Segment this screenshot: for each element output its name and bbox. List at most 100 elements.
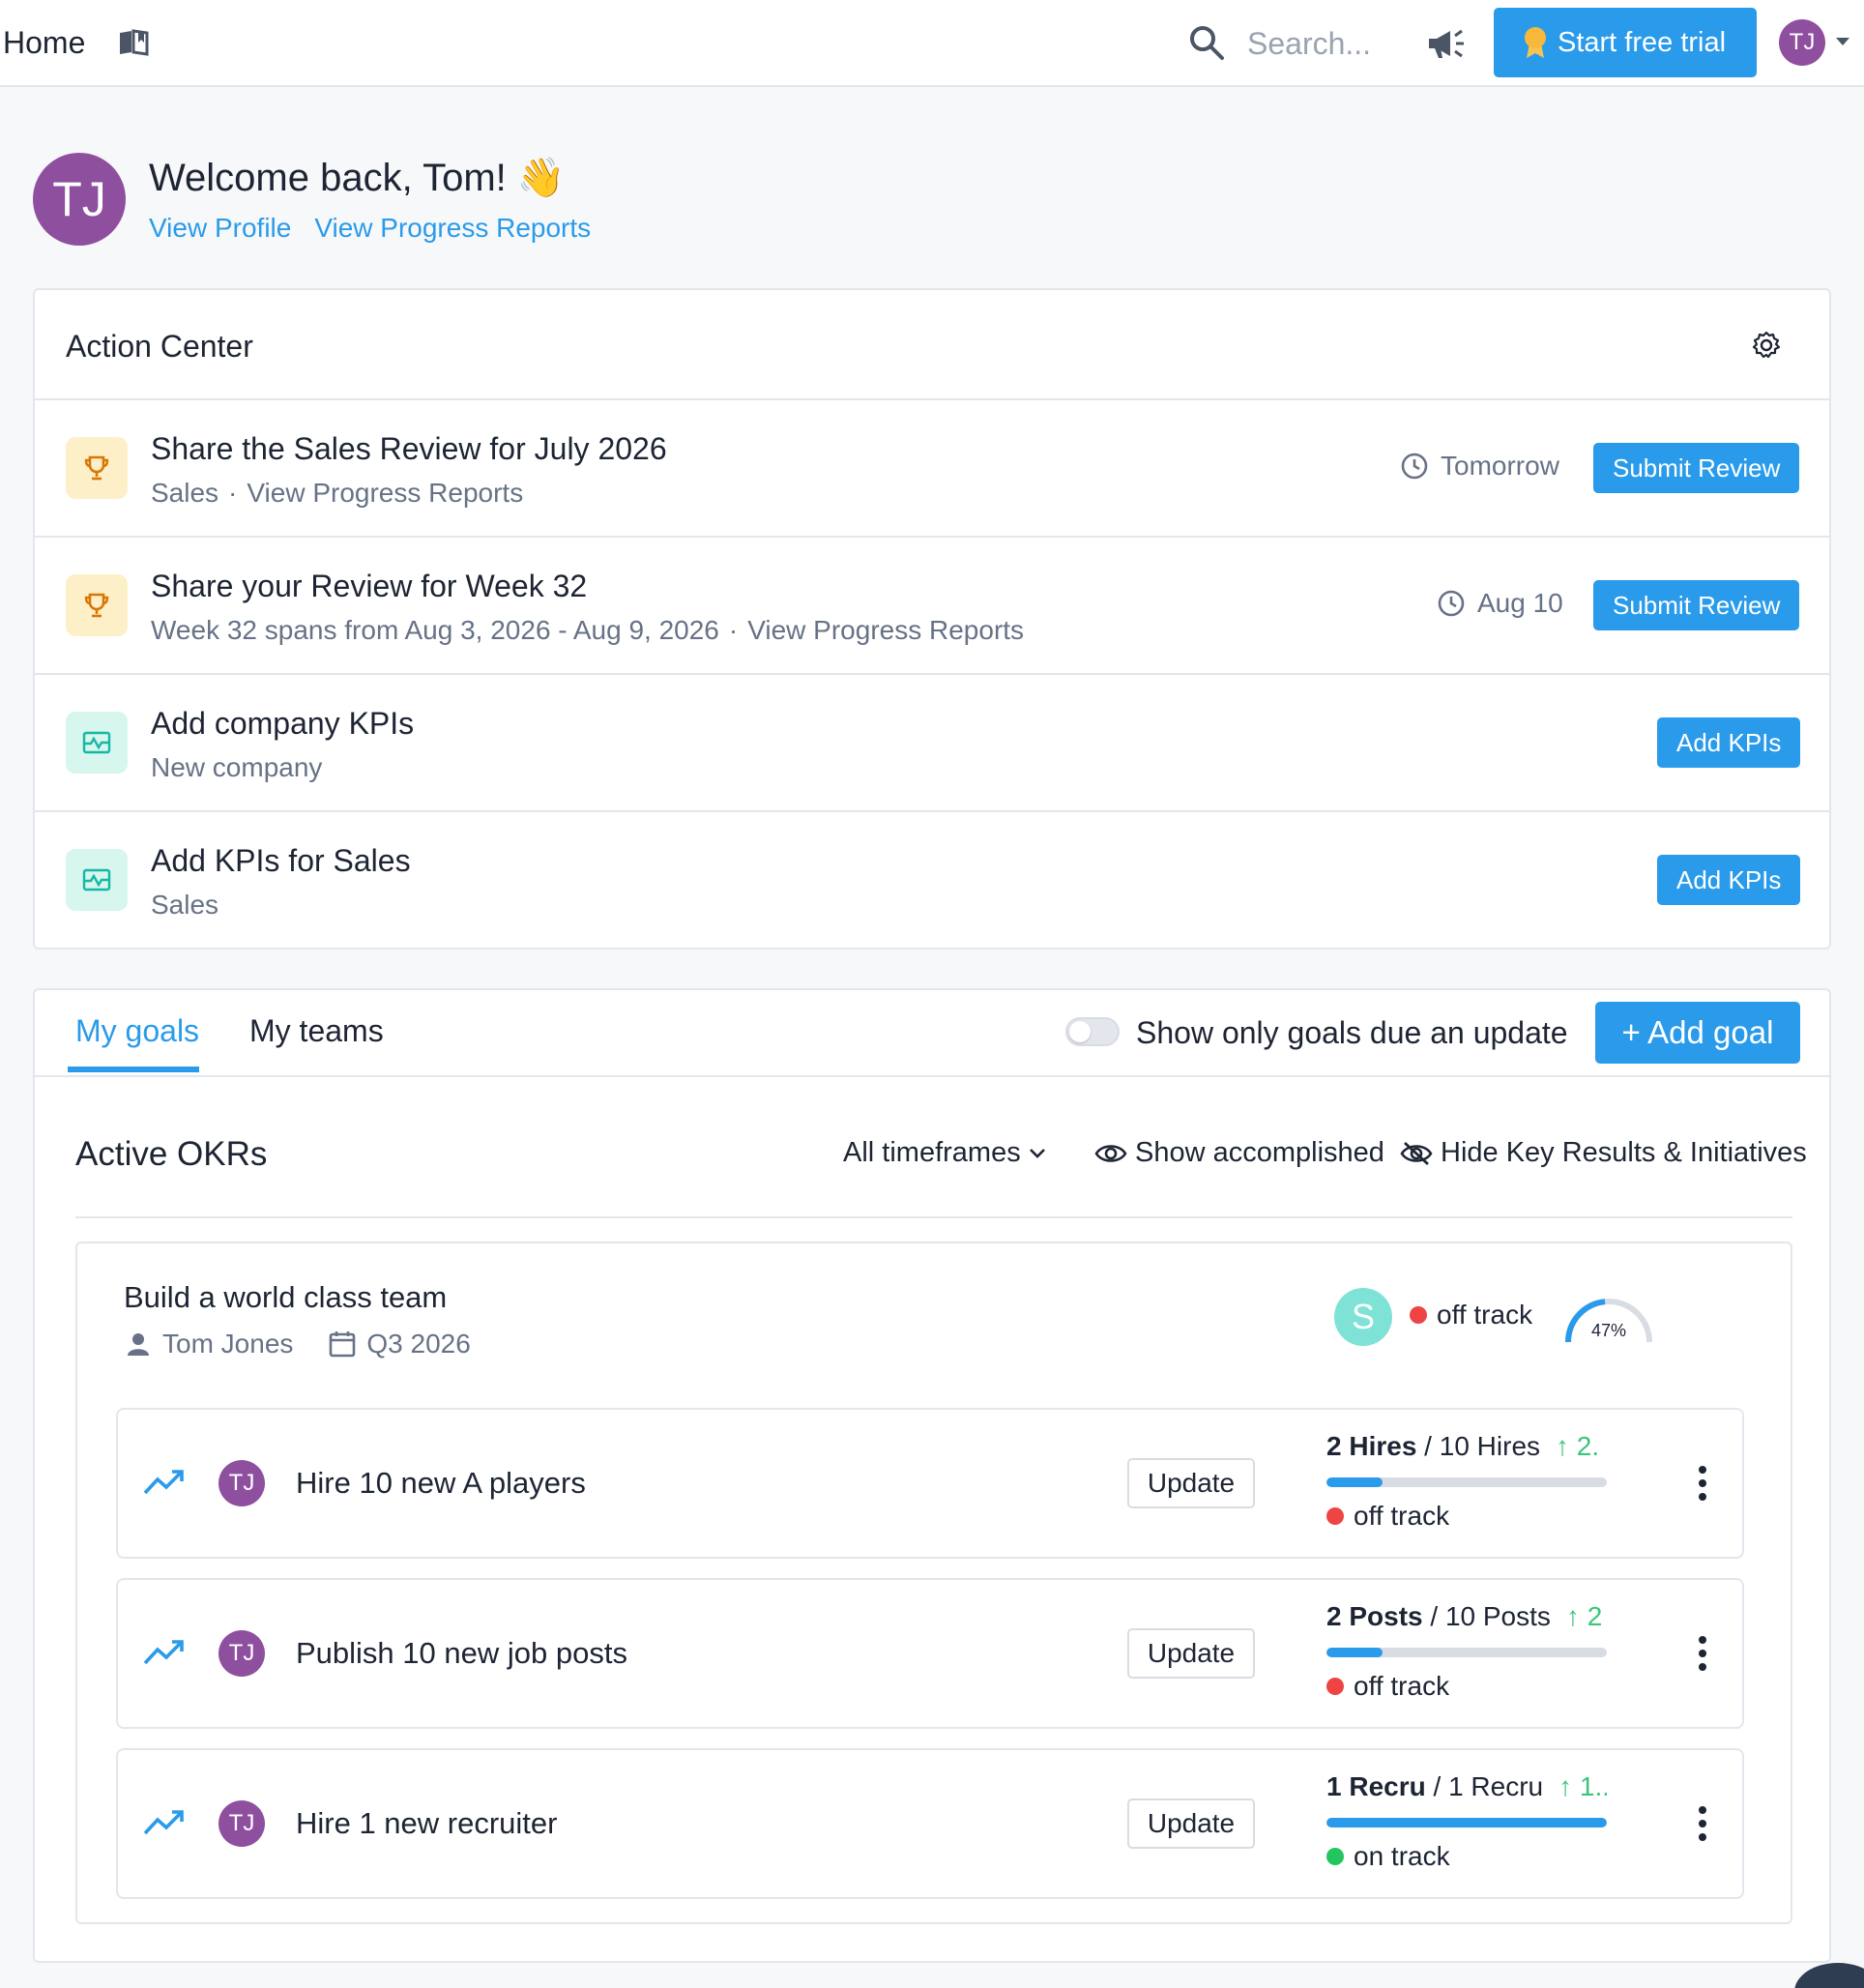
- trophy-icon: [66, 437, 128, 499]
- start-free-trial-button[interactable]: Start free trial: [1494, 8, 1757, 77]
- kr-delta-value: 2.: [1576, 1431, 1600, 1461]
- hide-key-results-button[interactable]: Hide Key Results & Initiatives: [1400, 1137, 1807, 1169]
- trophy-icon: [66, 574, 128, 636]
- timeframe-dropdown[interactable]: All timeframes: [843, 1137, 1046, 1169]
- help-widget[interactable]: [1794, 1963, 1864, 1988]
- action-item-team: Sales: [151, 478, 219, 508]
- timeframe-label: All timeframes: [843, 1137, 1021, 1168]
- due-date-label: Tomorrow: [1441, 451, 1559, 481]
- status-dot: [1410, 1306, 1427, 1324]
- eye-off-icon: [1400, 1141, 1433, 1165]
- kr-progress-bar: [1326, 1648, 1607, 1657]
- show-accomplished-button[interactable]: Show accomplished: [1094, 1137, 1384, 1169]
- search-icon[interactable]: [1187, 23, 1226, 62]
- view-progress-reports-link[interactable]: View Progress Reports: [314, 213, 591, 244]
- goals-tabs: My goals My teams Show only goals due an…: [35, 990, 1829, 1077]
- objective-card[interactable]: Build a world class team Tom Jones Q3 20…: [75, 1242, 1792, 1924]
- update-button[interactable]: Update: [1127, 1628, 1255, 1679]
- view-progress-reports-link[interactable]: View Progress Reports: [247, 478, 523, 508]
- due-date: Aug 10: [1437, 588, 1563, 619]
- kr-progress-text: 1 Recru / 1 Recru ↑ 1..: [1326, 1771, 1607, 1802]
- goals-panel: My goals My teams Show only goals due an…: [33, 988, 1831, 1963]
- kr-current: 1 Recru: [1326, 1771, 1426, 1801]
- search-input[interactable]: [1247, 19, 1392, 68]
- chevron-down-icon[interactable]: [1835, 37, 1850, 46]
- divider: [75, 1216, 1792, 1218]
- more-options-icon[interactable]: [1698, 1634, 1707, 1673]
- more-options-icon[interactable]: [1698, 1804, 1707, 1843]
- objective-period: Q3 2026: [366, 1329, 471, 1359]
- kr-progress-fill: [1326, 1818, 1607, 1827]
- kr-status: off track: [1326, 1501, 1449, 1532]
- calendar-icon: [330, 1331, 356, 1358]
- welcome-links: View Profile View Progress Reports: [149, 213, 591, 244]
- tab-my-teams[interactable]: My teams: [249, 1013, 384, 1067]
- status-dot: [1326, 1678, 1344, 1695]
- kr-owner-avatar[interactable]: TJ: [218, 1630, 265, 1677]
- action-center-title: Action Center: [66, 329, 253, 364]
- kr-title[interactable]: Hire 10 new A players: [296, 1466, 586, 1501]
- action-item: Add KPIs for Sales Sales Add KPIs: [35, 812, 1829, 950]
- add-kpis-button[interactable]: Add KPIs: [1657, 717, 1801, 768]
- submit-review-button[interactable]: Submit Review: [1593, 443, 1800, 493]
- welcome-avatar[interactable]: TJ: [33, 153, 126, 246]
- clock-icon: [1401, 453, 1428, 480]
- action-item-title[interactable]: Add company KPIs: [151, 706, 414, 742]
- more-options-icon[interactable]: [1698, 1464, 1707, 1503]
- kr-title[interactable]: Hire 1 new recruiter: [296, 1806, 557, 1841]
- action-item-title[interactable]: Share the Sales Review for July 2026: [151, 431, 667, 467]
- kr-status: off track: [1326, 1671, 1449, 1702]
- kr-progress-text: 2 Posts / 10 Posts ↑ 2: [1326, 1601, 1603, 1631]
- status-dot: [1326, 1507, 1344, 1525]
- home-title[interactable]: Home: [3, 25, 85, 61]
- kr-progress-text: 2 Hires / 10 Hires ↑ 2.: [1326, 1431, 1600, 1461]
- objective-status: off track: [1410, 1300, 1532, 1330]
- view-profile-link[interactable]: View Profile: [149, 213, 291, 244]
- status-dot: [1326, 1848, 1344, 1865]
- due-update-toggle[interactable]: [1065, 1017, 1120, 1046]
- kr-delta-value: 2: [1587, 1601, 1603, 1631]
- key-result-row[interactable]: TJ Hire 1 new recruiter Update 1 Recru /…: [116, 1748, 1744, 1899]
- add-goal-button[interactable]: + Add goal: [1595, 1002, 1800, 1064]
- action-item: Add company KPIs New company Add KPIs: [35, 675, 1829, 812]
- objective-title[interactable]: Build a world class team: [124, 1280, 447, 1315]
- kr-delta: ↑ 2: [1565, 1601, 1603, 1631]
- trending-up-icon: [143, 1810, 184, 1835]
- action-item-subtitle: Week 32 spans from Aug 3, 2026 - Aug 9, …: [151, 615, 1025, 645]
- kr-owner-avatar[interactable]: TJ: [218, 1800, 265, 1847]
- key-result-row[interactable]: TJ Publish 10 new job posts Update 2 Pos…: [116, 1578, 1744, 1729]
- action-item-title[interactable]: Add KPIs for Sales: [151, 843, 411, 879]
- active-okrs-title: Active OKRs: [75, 1135, 268, 1173]
- chevron-down-icon: [1029, 1148, 1045, 1158]
- gear-icon[interactable]: [1752, 331, 1781, 360]
- view-progress-reports-link[interactable]: View Progress Reports: [747, 615, 1024, 645]
- action-item: Share your Review for Week 32 Week 32 sp…: [35, 538, 1829, 675]
- book-icon[interactable]: [118, 29, 149, 56]
- kr-progress-bar: [1326, 1477, 1607, 1487]
- key-result-row[interactable]: TJ Hire 10 new A players Update 2 Hires …: [116, 1408, 1744, 1559]
- welcome-title: Welcome back, Tom! 👋: [149, 157, 566, 199]
- add-kpis-button[interactable]: Add KPIs: [1657, 855, 1801, 905]
- kr-title[interactable]: Publish 10 new job posts: [296, 1636, 627, 1671]
- toggle-knob: [1069, 1021, 1091, 1042]
- kr-status-label: off track: [1354, 1501, 1450, 1531]
- tab-my-goals[interactable]: My goals: [68, 1013, 200, 1072]
- top-bar: Home Start free trial TJ: [0, 0, 1864, 87]
- megaphone-icon[interactable]: [1425, 25, 1468, 62]
- action-center: Action Center Share the Sales Review for…: [33, 288, 1831, 950]
- action-item-subtitle: Sales · View Progress Reports: [151, 478, 524, 508]
- gauge-label: 47%: [1591, 1321, 1626, 1340]
- user-avatar[interactable]: TJ: [1779, 19, 1825, 66]
- action-item-subtitle: Sales: [151, 890, 219, 920]
- submit-review-button[interactable]: Submit Review: [1593, 580, 1800, 630]
- kr-target: 10 Hires: [1439, 1431, 1541, 1461]
- kpi-icon: [66, 712, 128, 774]
- team-avatar[interactable]: S: [1334, 1288, 1392, 1346]
- action-item-title[interactable]: Share your Review for Week 32: [151, 569, 587, 604]
- award-badge-icon: [1525, 27, 1546, 58]
- update-button[interactable]: Update: [1127, 1458, 1255, 1508]
- kr-current: 2 Posts: [1326, 1601, 1423, 1631]
- due-date-label: Aug 10: [1477, 588, 1563, 618]
- kr-owner-avatar[interactable]: TJ: [218, 1460, 265, 1506]
- update-button[interactable]: Update: [1127, 1798, 1255, 1849]
